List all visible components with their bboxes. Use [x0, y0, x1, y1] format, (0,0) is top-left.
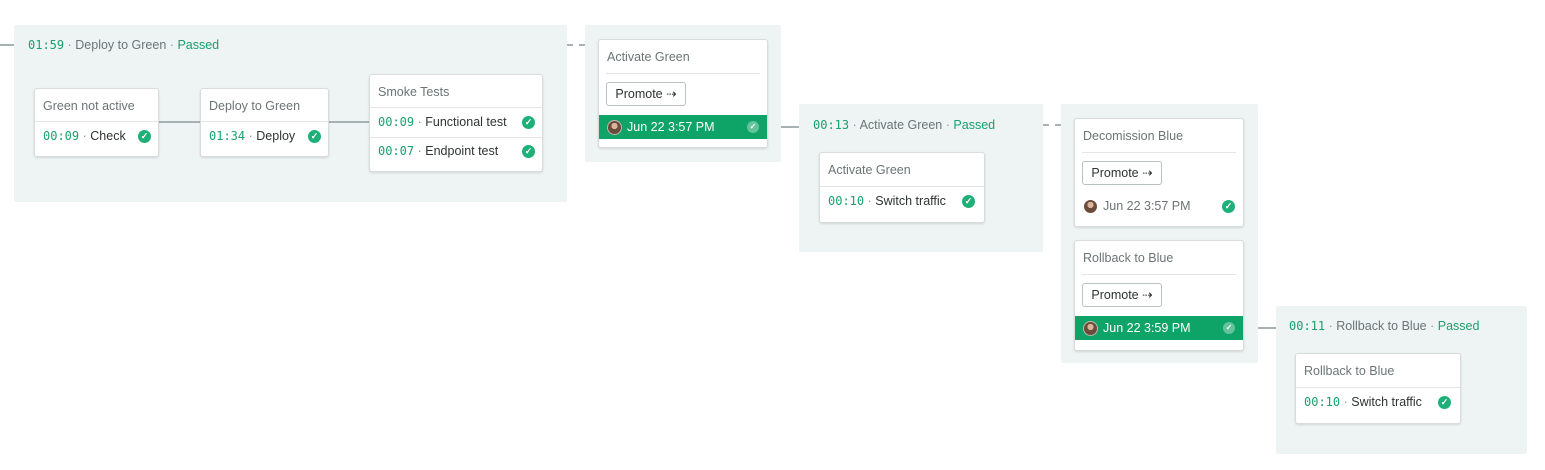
check-circle-icon: ✓: [138, 130, 151, 143]
stage-deploy-to-green: 01:59 · Deploy to Green · Passed Green n…: [14, 25, 567, 202]
promotion-title: Activate Green: [607, 50, 690, 64]
separator: ·: [852, 118, 857, 132]
stage-header[interactable]: 01:59 · Deploy to Green · Passed: [28, 38, 219, 52]
connector-deploy-to-promotion: [567, 44, 585, 48]
user-avatar: [1083, 199, 1098, 214]
promote-button[interactable]: Promote ⇢: [606, 82, 686, 106]
block-smoke-tests: Smoke Tests 00:09 · Functional test ✓ 00…: [369, 74, 543, 172]
promotion-activate-green: Activate Green Promote ⇢ Jun 22 3:57 PM …: [598, 39, 768, 148]
promoted-status-row[interactable]: Jun 22 3:57 PM ✓: [1075, 194, 1243, 218]
job-row[interactable]: 01:34 · Deploy: [209, 129, 320, 143]
block-rollback-to-blue: Rollback to Blue 00:10 · Switch traffic …: [1295, 353, 1461, 424]
job-name: Functional test: [425, 115, 507, 129]
divider: [35, 121, 158, 122]
block-title: Smoke Tests: [378, 85, 450, 99]
check-circle-icon: ✓: [747, 121, 759, 133]
stage-status: Passed: [1437, 319, 1480, 333]
check-circle-icon: ✓: [1438, 396, 1451, 409]
job-row[interactable]: 00:10 · Switch traffic: [828, 194, 976, 208]
check-circle-icon: ✓: [962, 195, 975, 208]
user-avatar: [607, 120, 622, 135]
promoted-date: Jun 22 3:57 PM: [627, 120, 715, 134]
stage-duration: 00:13: [813, 118, 850, 132]
divider: [370, 107, 542, 108]
stage-header[interactable]: 00:13 · Activate Green · Passed: [813, 118, 995, 132]
separator: ·: [417, 144, 422, 158]
separator: ·: [82, 129, 87, 143]
separator: ·: [1328, 319, 1333, 333]
job-duration: 00:10: [828, 194, 865, 208]
promotion-title: Decomission Blue: [1083, 129, 1184, 143]
block-connector: [158, 121, 200, 123]
stage-name: Rollback to Blue: [1336, 319, 1427, 333]
block-title: Green not active: [43, 99, 135, 113]
separator: ·: [867, 194, 872, 208]
promoted-status-bar[interactable]: Jun 22 3:59 PM ✓: [1075, 316, 1243, 340]
separator: ·: [1430, 319, 1435, 333]
block-title: Deploy to Green: [209, 99, 301, 113]
stage-name: Activate Green: [859, 118, 943, 132]
job-duration: 00:10: [1304, 395, 1341, 409]
block-title: Rollback to Blue: [1304, 364, 1395, 378]
promotion-decomission-blue: Decomission Blue Promote ⇢ Jun 22 3:57 P…: [1074, 118, 1244, 227]
separator: ·: [67, 38, 72, 52]
job-row[interactable]: 00:10 · Switch traffic: [1304, 395, 1452, 409]
job-duration: 00:07: [378, 144, 415, 158]
stage-name: Deploy to Green: [75, 38, 167, 52]
connector-activate-to-promotions: [1043, 124, 1061, 128]
separator: ·: [1343, 395, 1348, 409]
promotion-rollback-to-blue: Rollback to Blue Promote ⇢ Jun 22 3:59 P…: [1074, 240, 1244, 351]
separator: ·: [248, 129, 253, 143]
promotion-title: Rollback to Blue: [1083, 251, 1174, 265]
stage-rollback-to-blue: 00:11 · Rollback to Blue · Passed Rollba…: [1276, 306, 1527, 454]
separator: ·: [945, 118, 950, 132]
job-duration: 00:09: [43, 129, 80, 143]
divider: [1082, 274, 1236, 275]
stage-activate-green: 00:13 · Activate Green · Passed Activate…: [799, 104, 1043, 252]
incoming-connector: [0, 44, 14, 46]
job-duration: 01:34: [209, 129, 246, 143]
divider: [606, 73, 760, 74]
promote-button[interactable]: Promote ⇢: [1082, 161, 1162, 185]
promote-button[interactable]: Promote ⇢: [1082, 283, 1162, 307]
promotion-group-after-activate: Decomission Blue Promote ⇢ Jun 22 3:57 P…: [1061, 104, 1258, 363]
block-activate-green: Activate Green 00:10 · Switch traffic ✓: [819, 152, 985, 223]
check-circle-icon: ✓: [1223, 322, 1235, 334]
promotion-group-activate: Activate Green Promote ⇢ Jun 22 3:57 PM …: [585, 25, 781, 162]
divider: [1296, 387, 1460, 388]
stage-duration: 00:11: [1289, 319, 1326, 333]
promoted-date: Jun 22 3:57 PM: [1103, 199, 1191, 213]
check-circle-icon: ✓: [522, 116, 535, 129]
job-row[interactable]: 00:09 · Check: [43, 129, 150, 143]
job-duration: 00:09: [378, 115, 415, 129]
check-circle-icon: ✓: [522, 145, 535, 158]
check-circle-icon: ✓: [308, 130, 321, 143]
job-name: Deploy: [256, 129, 296, 143]
divider: [820, 186, 984, 187]
divider: [1082, 152, 1236, 153]
job-row[interactable]: 00:07 · Endpoint test: [378, 144, 534, 158]
stage-header[interactable]: 00:11 · Rollback to Blue · Passed: [1289, 319, 1479, 333]
job-row[interactable]: 00:09 · Functional test: [378, 115, 534, 129]
block-connector: [328, 121, 370, 123]
block-title: Activate Green: [828, 163, 911, 177]
job-name: Switch traffic: [1351, 395, 1422, 409]
job-name: Switch traffic: [875, 194, 946, 208]
promoted-date: Jun 22 3:59 PM: [1103, 321, 1191, 335]
block-deploy-to-green: Deploy to Green 01:34 · Deploy ✓: [200, 88, 329, 157]
promoted-status-bar[interactable]: Jun 22 3:57 PM ✓: [599, 115, 767, 139]
stage-duration: 01:59: [28, 38, 65, 52]
job-name: Endpoint test: [425, 144, 499, 158]
user-avatar: [1083, 321, 1098, 336]
stage-status: Passed: [177, 38, 220, 52]
separator: ·: [169, 38, 174, 52]
divider: [201, 121, 328, 122]
divider: [370, 137, 542, 138]
separator: ·: [417, 115, 422, 129]
job-name: Check: [90, 129, 126, 143]
block-green-not-active: Green not active 00:09 · Check ✓: [34, 88, 159, 157]
stage-status: Passed: [953, 118, 996, 132]
check-circle-icon: ✓: [1222, 200, 1235, 213]
